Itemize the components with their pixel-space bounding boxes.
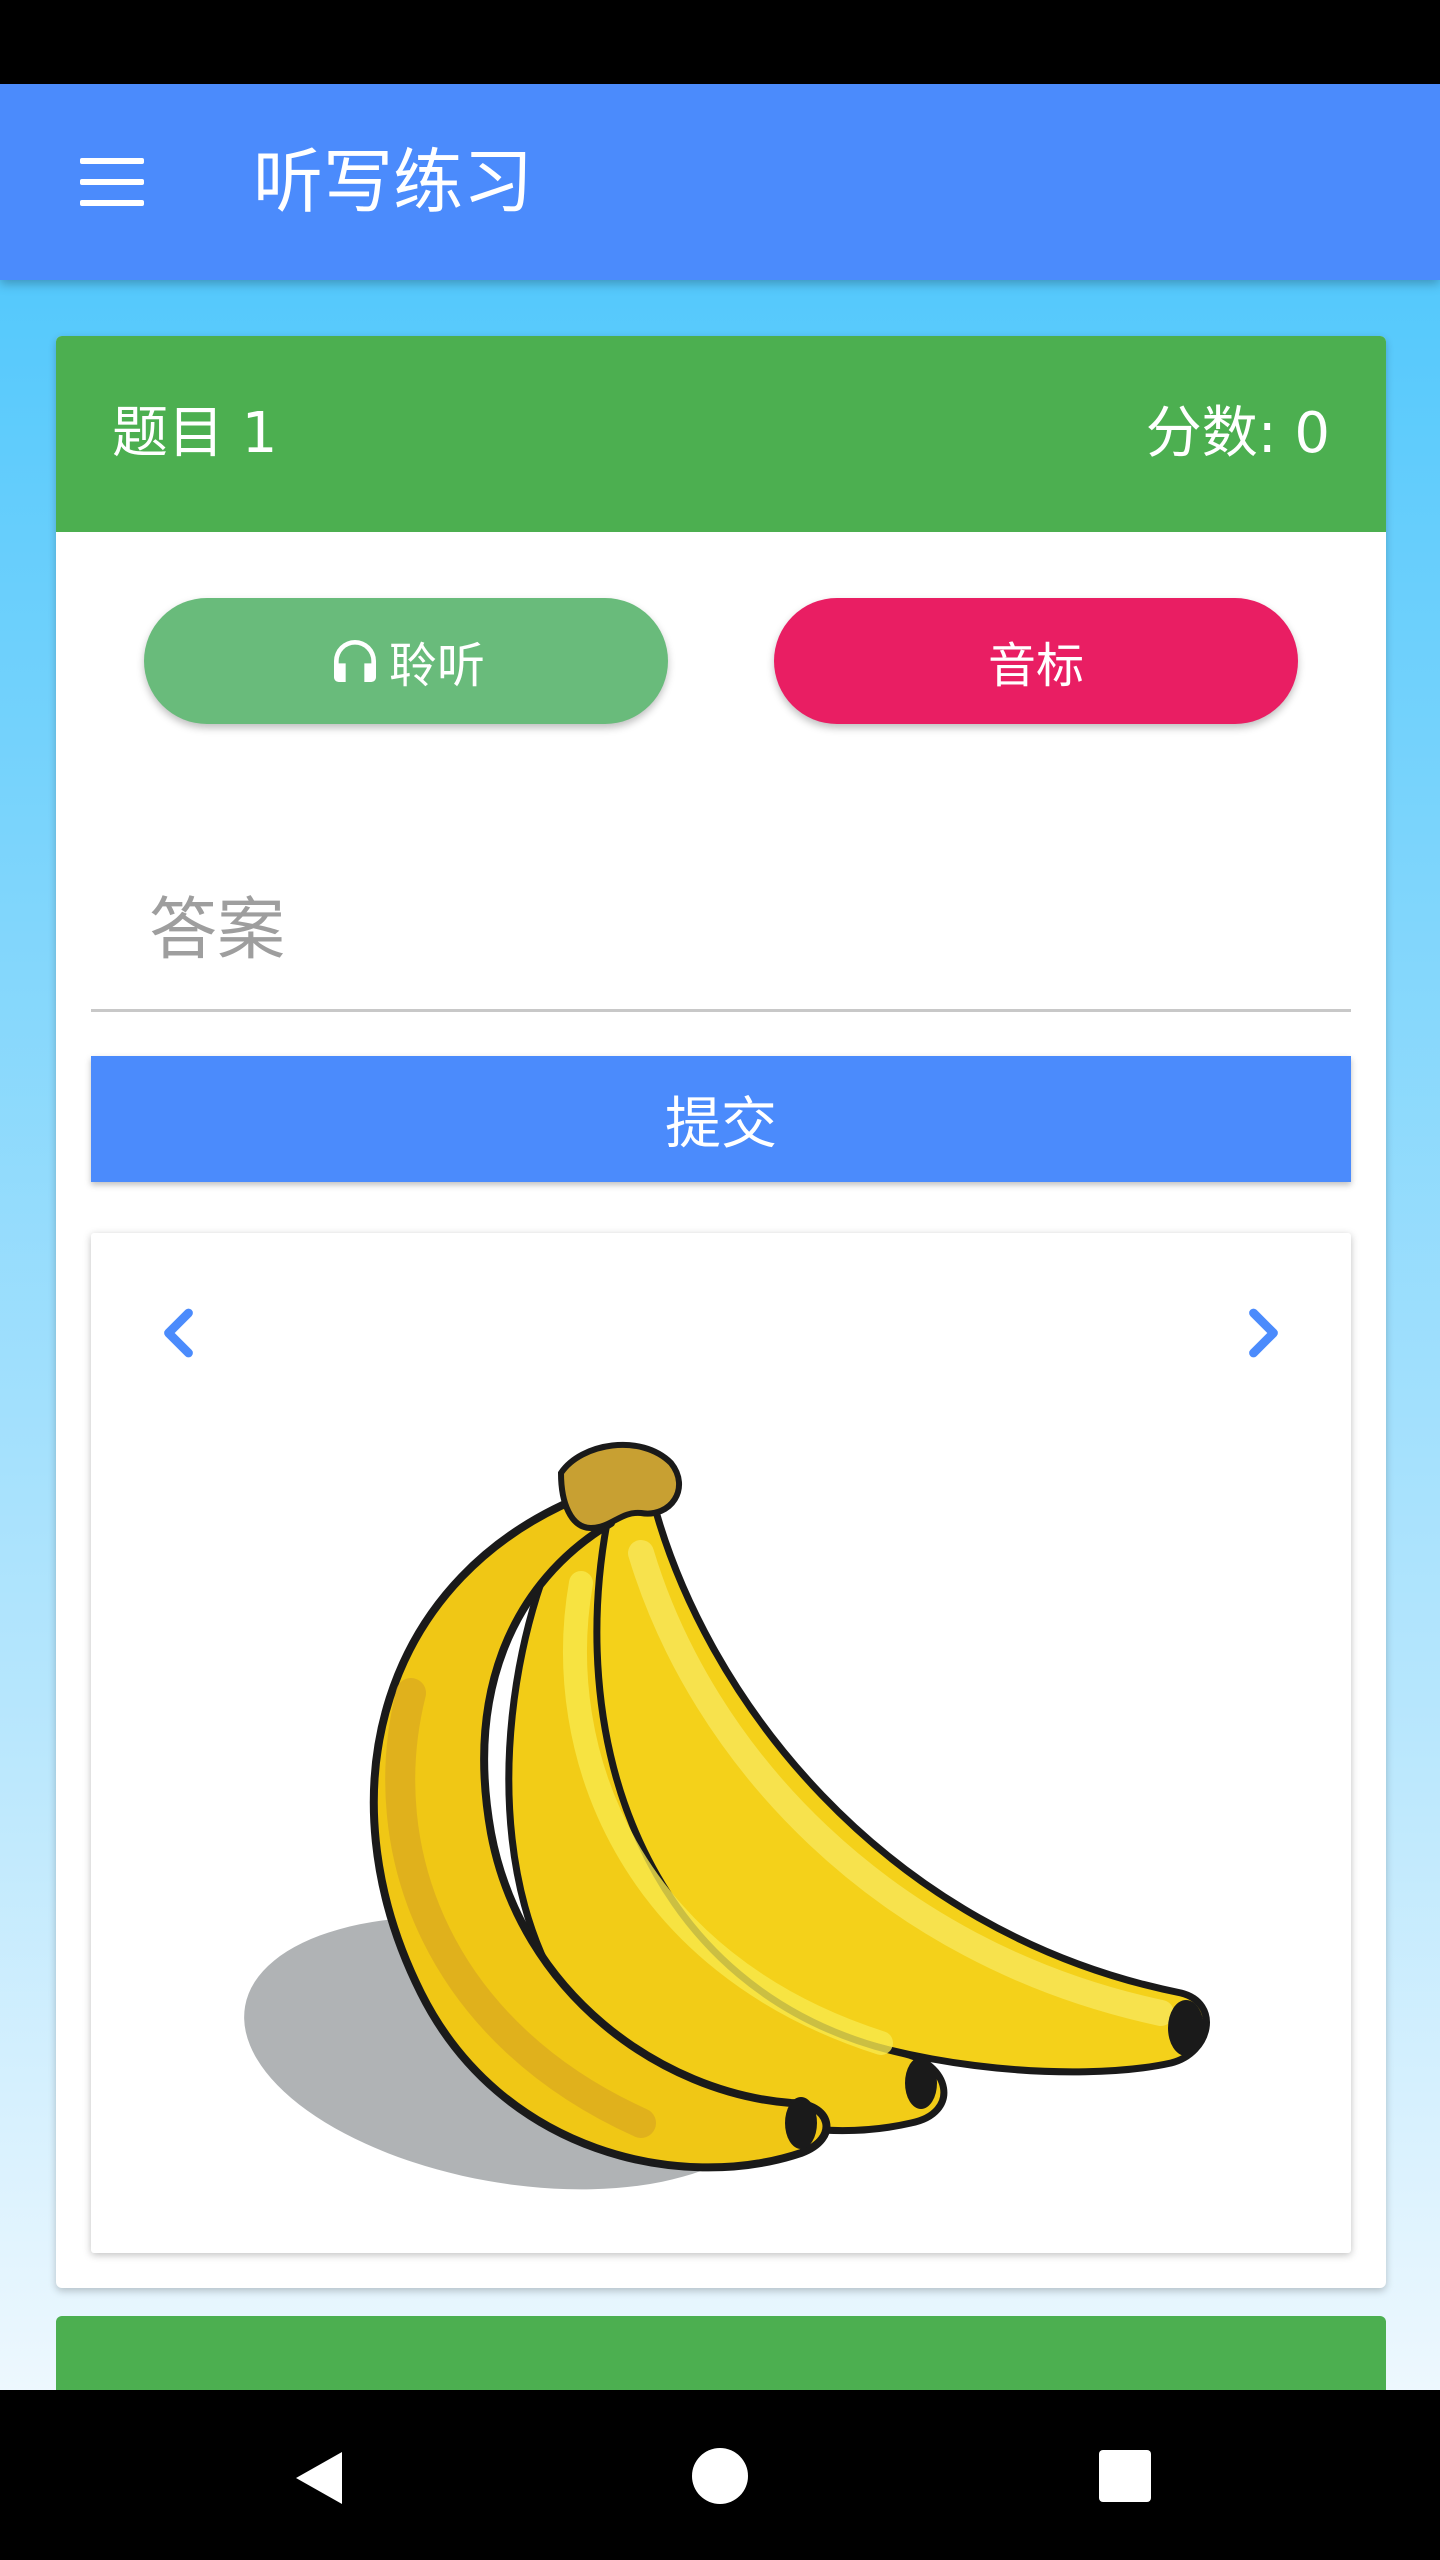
submit-button[interactable]: 提交	[91, 1056, 1351, 1182]
phonetic-button[interactable]: 音标	[774, 598, 1298, 724]
headphones-icon	[333, 640, 376, 682]
question-label: 题目 1	[112, 401, 278, 466]
back-icon[interactable]	[290, 2448, 346, 2508]
question-card: 题目 1 分数: 0 聆听 音标 提交	[56, 336, 1386, 2288]
page-title: 听写练习	[253, 141, 533, 223]
system-nav-bar	[0, 2390, 1440, 2560]
app-bar: 听写练习	[0, 84, 1440, 280]
answer-input[interactable]	[91, 852, 1351, 1012]
image-card	[91, 1233, 1351, 2253]
listen-button[interactable]: 聆听	[144, 598, 668, 724]
phonetic-button-label: 音标	[987, 638, 1084, 694]
recents-icon[interactable]	[1099, 2450, 1151, 2502]
home-icon[interactable]	[692, 2448, 748, 2504]
chevron-left-icon[interactable]	[151, 1303, 211, 1363]
chevron-right-icon[interactable]	[1231, 1303, 1291, 1363]
listen-button-label: 聆听	[388, 638, 485, 694]
score-label: 分数: 0	[1145, 401, 1330, 466]
status-bar	[0, 0, 1440, 84]
submit-button-label: 提交	[665, 1091, 777, 1157]
banana-illustration	[244, 1441, 1210, 2190]
menu-icon[interactable]	[64, 154, 160, 210]
question-header: 题目 1 分数: 0	[56, 336, 1386, 532]
